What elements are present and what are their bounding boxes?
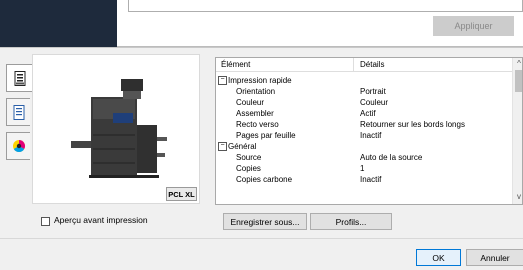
table-row[interactable]: Copies 1 (216, 163, 512, 174)
apply-button[interactable]: Appliquer (433, 16, 514, 36)
column-divider (353, 58, 354, 72)
tab-printer-preset[interactable] (6, 64, 32, 92)
color-circle-icon (12, 140, 25, 153)
cancel-button[interactable]: Annuler (466, 249, 523, 266)
top-text-field[interactable] (128, 0, 523, 12)
scroll-thumb[interactable] (515, 70, 522, 92)
row-name: Pages par feuille (236, 131, 296, 140)
group-row[interactable]: − Impression rapide (216, 75, 512, 86)
tab-document[interactable] (6, 98, 30, 126)
column-header-element[interactable]: Élément (221, 60, 250, 69)
row-name: Copies (236, 164, 261, 173)
row-value: 1 (360, 164, 365, 173)
ok-button[interactable]: OK (416, 249, 461, 266)
row-value: Actif (360, 109, 376, 118)
settings-table[interactable]: Élément Détails − Impression rapide Orie… (215, 57, 523, 205)
tab-color[interactable] (6, 132, 30, 160)
row-name: Recto verso (236, 120, 279, 129)
save-as-button[interactable]: Enregistrer sous... (223, 213, 307, 230)
table-row[interactable]: Orientation Portrait (216, 86, 512, 97)
header-dark-band (0, 0, 117, 47)
table-row[interactable]: Recto verso Retourner sur les bords long… (216, 119, 512, 130)
group-label: Général (228, 142, 257, 151)
row-name: Copies carbone (236, 175, 293, 184)
table-row[interactable]: Pages par feuille Inactif (216, 130, 512, 141)
group-label: Impression rapide (228, 76, 292, 85)
row-value: Inactif (360, 175, 382, 184)
print-preview-label: Aperçu avant impression (54, 215, 148, 225)
printer-image (71, 79, 167, 178)
row-value: Inactif (360, 131, 382, 140)
table-header: Élément Détails (216, 58, 512, 72)
row-value: Auto de la source (360, 153, 423, 162)
row-name: Assembler (236, 109, 274, 118)
row-name: Couleur (236, 98, 265, 107)
profiles-button[interactable]: Profils... (310, 213, 392, 230)
divider (0, 238, 523, 239)
table-row[interactable]: Couleur Couleur (216, 97, 512, 108)
printer-doc-icon (14, 70, 25, 86)
table-row[interactable]: Assembler Actif (216, 108, 512, 119)
divider (0, 47, 523, 48)
printer-preview (32, 54, 200, 204)
pdl-badge: PCL XL (166, 187, 197, 201)
column-header-details[interactable]: Détails (360, 60, 384, 69)
row-value: Portrait (360, 87, 386, 96)
document-icon (13, 104, 24, 120)
print-preview-checkbox[interactable] (41, 217, 50, 226)
table-row[interactable]: Copies carbone Inactif (216, 174, 512, 185)
row-name: Source (236, 153, 262, 162)
group-row[interactable]: − Général (216, 141, 512, 152)
scroll-up-icon[interactable]: ^ (514, 59, 522, 69)
scroll-down-icon[interactable]: v (514, 192, 522, 202)
table-row[interactable]: Source Auto de la source (216, 152, 512, 163)
row-value: Retourner sur les bords longs (360, 120, 465, 129)
row-name: Orientation (236, 87, 276, 96)
collapse-icon[interactable]: − (218, 142, 227, 151)
row-value: Couleur (360, 98, 389, 107)
vertical-scrollbar[interactable]: ^ v (512, 58, 522, 204)
collapse-icon[interactable]: − (218, 76, 227, 85)
